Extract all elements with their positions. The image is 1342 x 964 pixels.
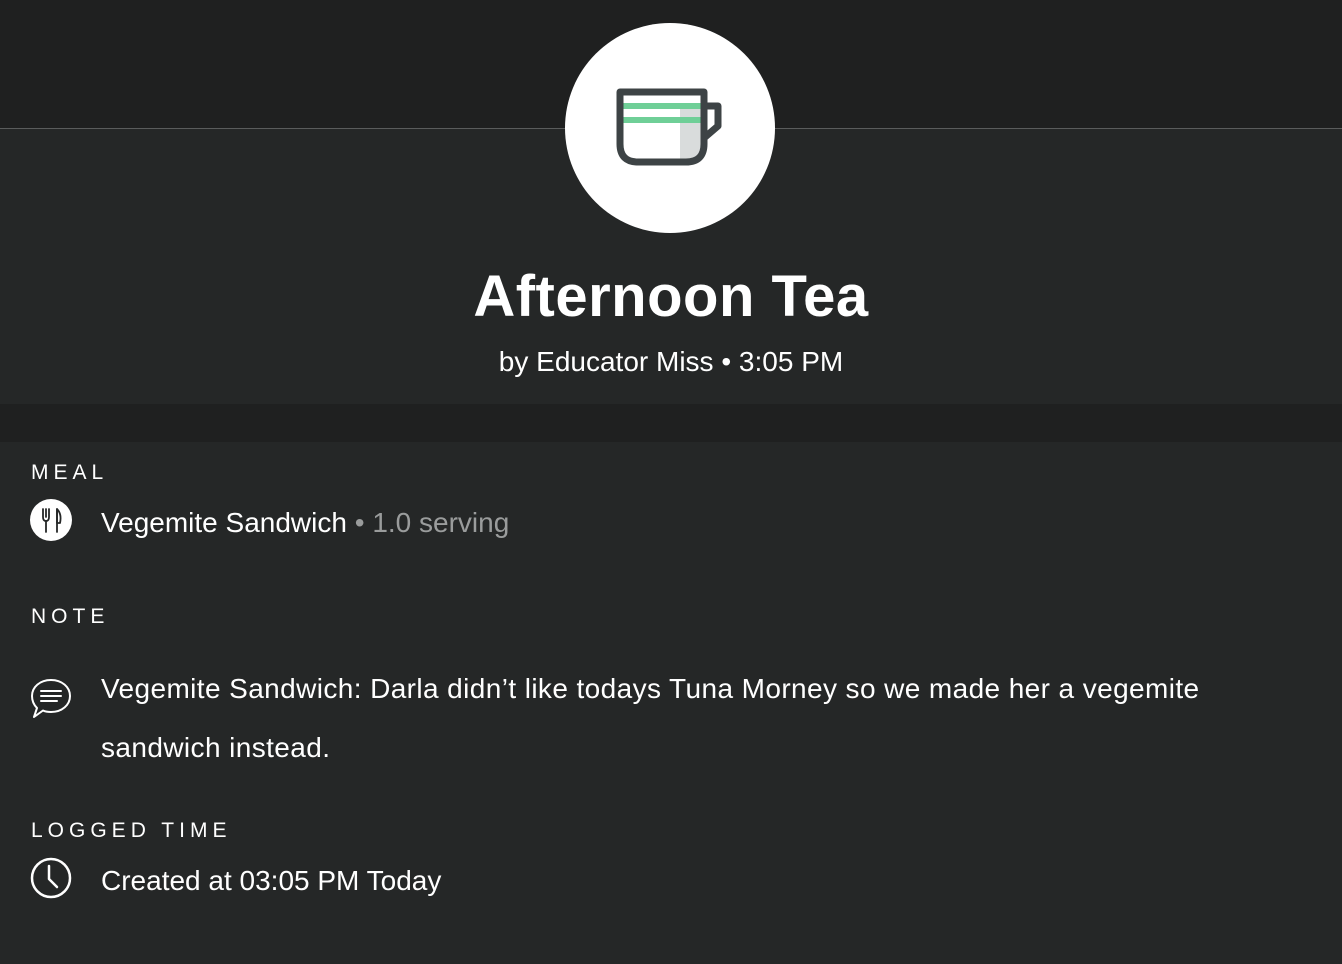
logged-time-section-label: LOGGED TIME <box>31 819 232 842</box>
cutlery-icon <box>30 499 72 541</box>
tea-cup-icon <box>616 88 722 166</box>
meal-item-name: Vegemite Sandwich <box>101 507 347 538</box>
chat-bubble-icon <box>31 679 71 718</box>
author-name: by Educator Miss <box>498 346 714 377</box>
clock-icon <box>30 857 72 899</box>
meal-separator: • <box>354 507 365 538</box>
meal-section-label: MEAL <box>31 461 109 484</box>
activity-title: Afternoon Tea <box>473 264 869 329</box>
meal-serving: 1.0 serving <box>372 507 510 538</box>
activity-detail-page: Afternoon Tea by Educator Miss • 3:05 PM… <box>0 0 1342 964</box>
note-text: Vegemite Sandwich: Darla didn’t like tod… <box>101 673 1200 763</box>
logged-time-text: Created at 03:05 PM Today <box>101 865 442 896</box>
note-section-label: NOTE <box>31 605 110 628</box>
activity-avatar <box>565 23 775 233</box>
meal-item: Vegemite Sandwich • 1.0 serving <box>101 505 509 541</box>
subtitle-separator: • <box>721 346 732 377</box>
activity-time: 3:05 PM <box>738 346 844 377</box>
section-separator <box>0 404 1342 442</box>
activity-subtitle: by Educator Miss • 3:05 PM <box>0 344 1342 380</box>
